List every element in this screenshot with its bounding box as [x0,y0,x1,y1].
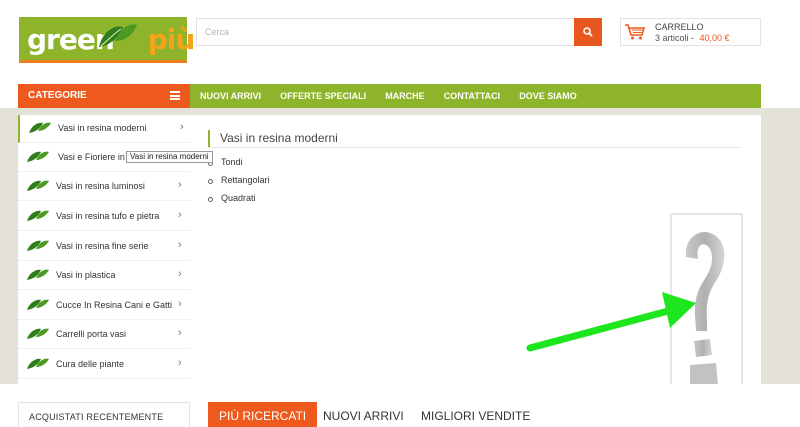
leaf-icon [27,299,49,310]
leaf-icon [27,240,49,251]
site-logo[interactable]: green più [19,17,195,63]
cart-title: CARRELLO [655,22,704,32]
chevron-right-icon: › [178,268,182,280]
categories-label: CATEGORIE [28,90,87,101]
tab-nuovi-arrivi[interactable]: NUOVI ARRIVI [312,402,415,427]
cart-summary: 3 articoli - 40,00 € [655,33,730,43]
sidebar-item-label: Cura delle piante [56,359,125,369]
tab-migliori-vendite[interactable]: MIGLIORI VENDITE [410,402,541,427]
sidebar-item-label: Vasi in plastica [56,270,116,280]
sidebar-item-cura-piante[interactable]: Cura delle piante › [18,351,190,379]
sidebar-item-label: Carrelli porta vasi [56,329,127,339]
sidebar-item-vasi-plastica[interactable]: Vasi in plastica › [18,262,190,290]
leaf-icon [27,269,49,280]
sidebar-item-carrelli-porta-vasi[interactable]: Carrelli porta vasi › [18,321,190,349]
sidebar-item-vasi-resina-moderni[interactable]: Vasi in resina moderni › [18,115,190,143]
subcategory-list: Tondi Rettangolari Quadrati [208,157,270,211]
leaf-icon [27,151,49,162]
product-tabs: PIÙ RICERCATI NUOVI ARRIVI MIGLIORI VEND… [208,402,761,427]
subcategory-link-tondi[interactable]: Tondi [208,157,270,175]
main-nav: NUOVI ARRIVI OFFERTE SPECIALI MARCHE CON… [190,84,761,108]
sidebar-item-label: Vasi e Fioriere in [58,152,125,162]
chevron-right-icon: › [178,327,182,339]
menu-icon [170,91,180,100]
search-bar [196,18,602,46]
sidebar-item-vasi-resina-tufo[interactable]: Vasi in resina tufo e pietra › [18,203,190,231]
arrow-icon [526,292,696,352]
subcategory-link-quadrati[interactable]: Quadrati [208,193,270,211]
sidebar-item-label: Vasi in resina moderni [58,123,147,133]
nav-item-contattaci[interactable]: CONTATTACI [444,91,501,101]
sidebar-item-label: Cucce In Resina Cani e Gatti [56,300,173,310]
leaf-icon [27,358,49,369]
nav-item-dove-siamo[interactable]: DOVE SIAMO [519,91,577,101]
chevron-right-icon: › [178,239,182,251]
nav-item-offerte-speciali[interactable]: OFFERTE SPECIALI [280,91,366,101]
cart-items-count: 3 articoli - [655,33,695,43]
leaf-icon [27,210,49,221]
categories-header[interactable]: CATEGORIE [18,84,190,108]
cart-icon [625,24,646,40]
tab-piu-ricercati[interactable]: PIÙ RICERCATI [208,402,318,427]
chevron-right-icon: › [180,121,184,133]
sidebar-item-vasi-resina-luminosi[interactable]: Vasi in resina luminosi › [18,173,190,201]
search-icon [583,27,593,37]
sidebar-item-vasi-resina-fine-serie[interactable]: Vasi in resina fine serie › [18,233,190,261]
subcategory-link-rettangolari[interactable]: Rettangolari [208,175,270,193]
sidebar-item-label: Vasi in resina tufo e pietra [56,211,160,221]
chevron-right-icon: › [178,357,182,369]
logo-underline [19,60,187,63]
search-input[interactable] [197,19,573,45]
page: greenpiù CARRELLO [0,0,800,427]
cart-widget[interactable]: CARRELLO 3 articoli - 40,00 € [620,18,761,46]
cart-total: 40,00 € [699,33,730,43]
leaf-icon [27,180,49,191]
nav-item-nuovi-arrivi[interactable]: NUOVI ARRIVI [200,91,261,101]
leaf-icon [99,24,137,47]
cart-icon-box [621,19,649,45]
chevron-right-icon: › [178,298,182,310]
chevron-right-icon: › [178,179,182,191]
sidebar-item-label: Vasi in resina fine serie [56,241,149,251]
chevron-right-icon: › [178,209,182,221]
leaf-icon [29,122,51,133]
page-title: Vasi in resina moderni [208,130,338,147]
recently-purchased-header: ACQUISTATI RECENTEMENTE [18,402,190,427]
sidebar-tooltip: Vasi in resina moderni [126,151,213,163]
leaf-icon [27,328,49,339]
nav-item-marche[interactable]: MARCHE [385,91,425,101]
sidebar-item-cucce-resina[interactable]: Cucce In Resina Cani e Gatti › [18,292,190,320]
title-divider [208,147,741,148]
logo-word-piu: più [147,23,196,56]
sidebar-item-label: Vasi in resina luminosi [56,181,145,191]
search-button[interactable] [574,18,602,46]
